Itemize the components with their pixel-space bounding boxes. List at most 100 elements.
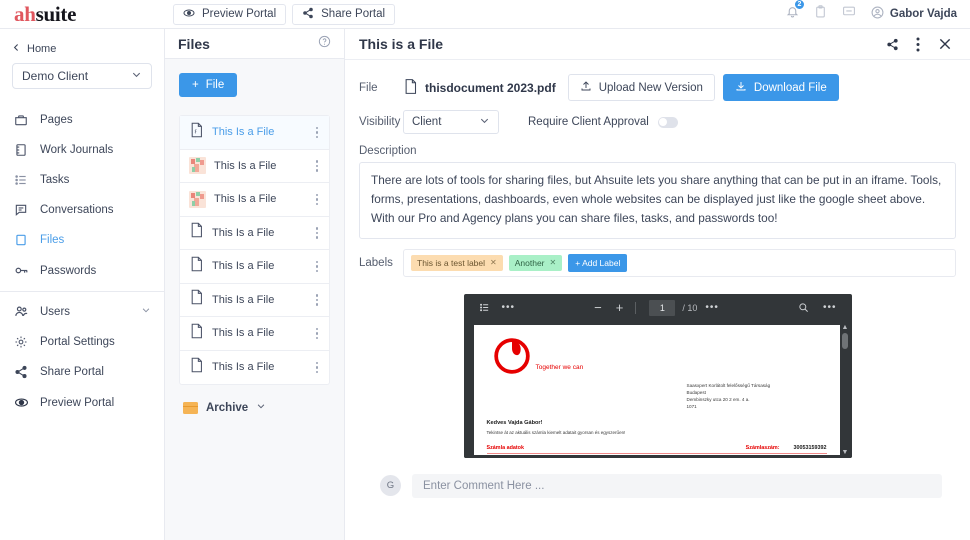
sidebar-label: Work Journals	[40, 144, 114, 156]
sidebar-label: Conversations	[40, 204, 114, 216]
sidebar-item-share-portal[interactable]: Share Portal	[0, 357, 164, 387]
avatar: G	[380, 475, 401, 497]
remove-label-icon[interactable]: ✕	[490, 258, 497, 267]
invoice-greeting: Kedves Vajda Gábor!	[486, 419, 543, 426]
upload-icon	[580, 80, 592, 95]
label-chip[interactable]: This is a test label ✕	[411, 254, 503, 271]
add-file-button[interactable]: + File	[179, 73, 238, 97]
search-icon[interactable]	[792, 302, 815, 313]
file-menu-icon[interactable]	[313, 292, 322, 308]
user-name: Gabor Vajda	[889, 8, 957, 20]
label-chip[interactable]: Another ✕	[508, 254, 563, 271]
sidebar-item-preview-portal[interactable]: Preview Portal	[0, 387, 164, 418]
sidebar-item-users[interactable]: Users	[0, 296, 164, 327]
download-label: Download File	[753, 81, 827, 94]
file-menu-icon[interactable]	[313, 259, 322, 275]
file-menu-icon[interactable]	[313, 360, 322, 376]
file-list-item[interactable]: This Is a File	[180, 317, 329, 351]
chat-icon	[842, 5, 856, 23]
upload-new-version-button[interactable]: Upload New Version	[567, 74, 715, 101]
description-textarea[interactable]: There are lots of tools for sharing file…	[359, 162, 956, 239]
address-line: Saasxpert Korlátolt felelősségű Társaság	[686, 382, 771, 388]
pdf-page-input[interactable]: 1	[649, 299, 676, 316]
close-icon[interactable]	[937, 36, 953, 52]
scrollbar-thumb[interactable]	[842, 332, 848, 349]
sidebar-item-files[interactable]: Files	[0, 225, 164, 255]
pdf-file-icon: ẜ	[189, 122, 204, 143]
comment-row: G	[359, 458, 956, 498]
sidebar-label: Pages	[40, 114, 73, 126]
pdf-file-icon	[403, 78, 418, 98]
user-menu[interactable]: Gabor Vajda	[871, 6, 957, 22]
scroll-down-icon[interactable]: ▼	[842, 449, 849, 456]
preview-portal-button[interactable]: Preview Portal	[173, 3, 287, 25]
pdf-file-icon	[189, 289, 204, 310]
chevron-down-icon[interactable]	[141, 305, 151, 318]
sidebar-label: Passwords	[40, 264, 97, 277]
clipboard-button[interactable]	[814, 5, 827, 23]
sidebar-item-tasks[interactable]: Tasks	[0, 165, 164, 195]
sidebar-item-passwords[interactable]: Passwords	[0, 255, 164, 286]
file-list-item[interactable]: This Is a File	[180, 150, 329, 183]
help-icon[interactable]	[318, 35, 331, 53]
require-approval-toggle[interactable]	[657, 116, 678, 128]
visibility-select[interactable]: Client	[403, 110, 499, 134]
remove-label-icon[interactable]: ✕	[550, 258, 557, 267]
sidebar-item-work-journals[interactable]: Work Journals	[0, 135, 164, 165]
share-portal-button[interactable]: Share Portal	[292, 3, 396, 25]
pdf-overflow-mid-icon[interactable]: •••	[699, 302, 725, 313]
sidebar-home-label: Home	[27, 43, 57, 55]
comment-input[interactable]	[412, 473, 942, 498]
pdf-toolbar: ••• − + 1 / 10 ••• •••	[464, 294, 852, 322]
file-list-header: Files	[165, 28, 344, 59]
pdf-page-area: Together we can Saasxpert Korlátolt fele…	[463, 321, 852, 458]
folder-icon	[13, 113, 29, 127]
pdf-overflow-right-icon[interactable]: •••	[817, 302, 843, 313]
chevron-down-icon	[479, 115, 490, 129]
file-list-item[interactable]: ẜ This Is a File	[180, 116, 329, 150]
sidebar-label: Files	[40, 234, 65, 246]
pdf-zoom-out-button[interactable]: −	[588, 300, 608, 315]
invoice-footer-mid: Számlaszám:	[745, 444, 780, 451]
scroll-up-icon[interactable]: ▲	[842, 324, 849, 331]
file-icon	[13, 233, 29, 247]
file-list-item[interactable]: This Is a File	[180, 217, 329, 250]
client-selector-value: Demo Client	[22, 69, 89, 83]
archive-toggle[interactable]: Archive	[179, 385, 330, 430]
app-logo[interactable]: ah suite	[0, 0, 165, 28]
file-menu-icon[interactable]	[313, 326, 322, 342]
upload-label: Upload New Version	[598, 81, 703, 94]
pdf-sidebar-toggle-icon[interactable]	[473, 294, 496, 322]
sidebar-home-link[interactable]: Home	[0, 39, 164, 63]
invoice-number: 30053159392	[793, 444, 827, 451]
vodafone-logo-icon	[492, 336, 532, 381]
pdf-overflow-left-icon[interactable]: •••	[496, 294, 522, 322]
file-list-item[interactable]: This Is a File	[180, 250, 329, 284]
sidebar-item-conversations[interactable]: Conversations	[0, 195, 164, 225]
more-options-icon[interactable]	[916, 37, 920, 52]
require-approval-label: Require Client Approval	[528, 116, 649, 128]
add-label-button[interactable]: + Add Label	[568, 253, 628, 272]
pdf-scrollbar[interactable]: ▲ ▼	[842, 324, 849, 456]
top-bar: Preview Portal Share Portal 2 Gabor Vajd…	[165, 0, 970, 28]
sidebar-label: Tasks	[40, 174, 70, 186]
sidebar-item-portal-settings[interactable]: Portal Settings	[0, 327, 164, 357]
detail-body: File thisdocument 2023.pdf Upload New Ve…	[345, 60, 970, 540]
share-icon[interactable]	[886, 38, 899, 51]
messages-button[interactable]	[842, 5, 856, 23]
sidebar-item-pages[interactable]: Pages	[0, 105, 164, 135]
file-list-item[interactable]: This Is a File	[180, 183, 329, 217]
client-selector[interactable]: Demo Client	[12, 63, 152, 89]
file-list-item[interactable]: This Is a File	[180, 284, 329, 317]
pdf-page-controls: − + 1 / 10 •••	[588, 299, 725, 316]
notifications-button[interactable]: 2	[786, 0, 805, 23]
download-file-button[interactable]: Download File	[722, 74, 839, 101]
file-menu-icon[interactable]	[313, 192, 322, 208]
file-menu-icon[interactable]	[313, 125, 322, 141]
file-menu-icon[interactable]	[313, 225, 322, 241]
file-list-item[interactable]: This Is a File	[180, 351, 329, 385]
list-icon	[13, 173, 29, 187]
address-line: Budapest	[686, 389, 706, 395]
file-menu-icon[interactable]	[313, 158, 322, 174]
pdf-zoom-in-button[interactable]: +	[610, 300, 630, 315]
